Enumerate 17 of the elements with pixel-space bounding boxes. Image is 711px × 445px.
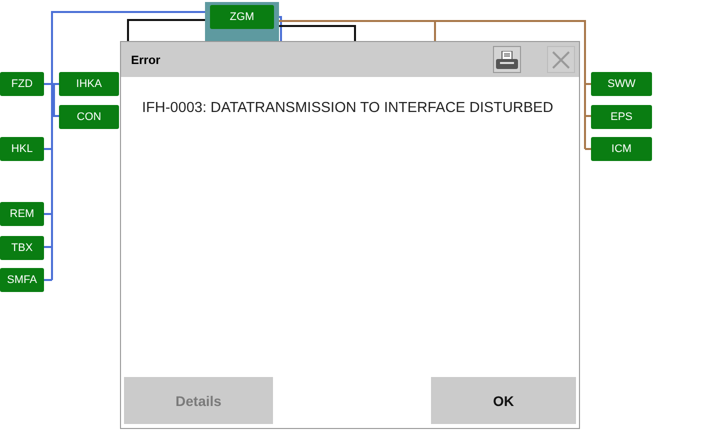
module-node[interactable]: ICM — [591, 137, 652, 161]
close-icon — [551, 50, 571, 70]
module-node[interactable]: ZGM — [210, 5, 274, 29]
module-node[interactable]: EPS — [591, 105, 652, 129]
module-node[interactable]: TBX — [0, 236, 44, 260]
error-message: IFH-0003: DATATRANSMISSION TO INTERFACE DISTURBED — [142, 100, 554, 116]
module-node[interactable]: FZD — [0, 72, 44, 96]
print-button[interactable] — [493, 46, 521, 73]
ok-button[interactable]: OK — [431, 377, 576, 424]
module-node[interactable]: HKL — [0, 137, 44, 161]
dialog-title: Error — [131, 52, 162, 66]
module-node[interactable]: SMFA — [0, 268, 44, 292]
module-node[interactable]: SWW — [591, 72, 652, 96]
module-node[interactable]: IHKA — [59, 72, 119, 96]
printer-icon — [496, 50, 518, 68]
module-node[interactable]: CON — [59, 105, 119, 129]
module-node[interactable]: REM — [0, 202, 44, 226]
